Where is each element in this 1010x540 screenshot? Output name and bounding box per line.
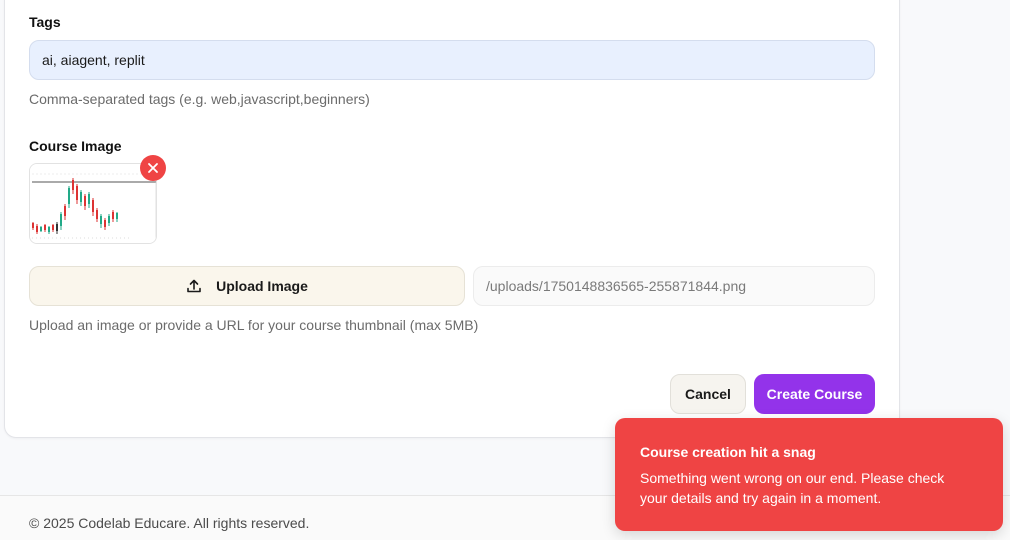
remove-image-button[interactable] — [140, 155, 166, 181]
image-url-value: /uploads/1750148836565-255871844.png — [486, 278, 747, 294]
close-icon — [148, 163, 158, 173]
upload-image-button[interactable]: Upload Image — [29, 266, 465, 306]
error-toast[interactable]: Course creation hit a snag Something wen… — [615, 418, 1003, 531]
cancel-button[interactable]: Cancel — [670, 374, 746, 414]
upload-image-label: Upload Image — [216, 278, 308, 294]
tags-label: Tags — [29, 14, 61, 30]
create-course-button[interactable]: Create Course — [754, 374, 875, 414]
tags-input-value: ai, aiagent, replit — [42, 52, 145, 68]
chart-thumbnail-image — [30, 164, 156, 243]
upload-icon — [187, 279, 201, 293]
toast-message: Something went wrong on our end. Please … — [640, 470, 945, 506]
tags-input[interactable]: ai, aiagent, replit — [29, 40, 875, 80]
course-image-label: Course Image — [29, 138, 122, 154]
image-url-input[interactable]: /uploads/1750148836565-255871844.png — [473, 266, 875, 306]
footer-copyright: © 2025 Codelab Educare. All rights reser… — [29, 515, 310, 531]
tags-help-text: Comma-separated tags (e.g. web,javascrip… — [29, 91, 370, 107]
course-image-preview — [29, 163, 157, 244]
course-image-help-text: Upload an image or provide a URL for you… — [29, 317, 479, 333]
toast-title: Course creation hit a snag — [640, 444, 816, 460]
